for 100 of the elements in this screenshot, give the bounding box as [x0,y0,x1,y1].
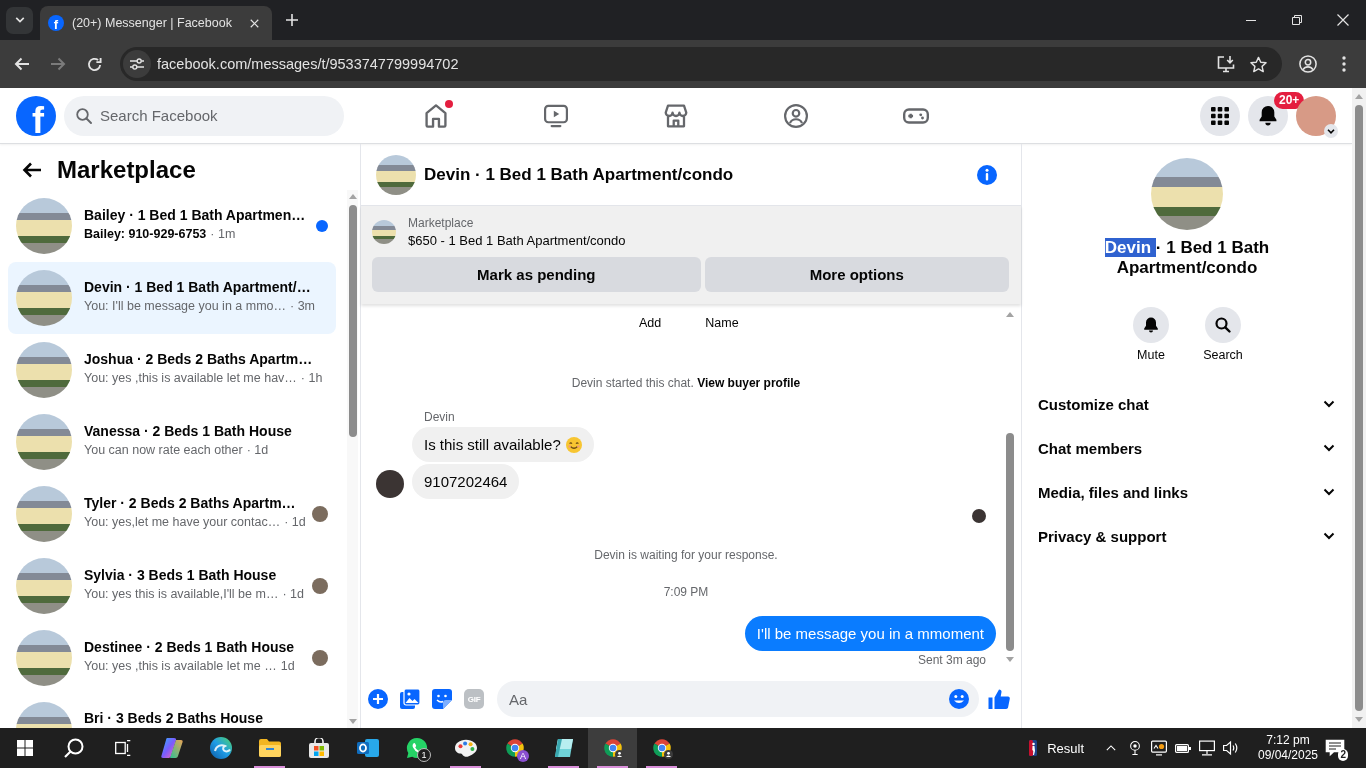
smiley-icon[interactable] [949,689,969,709]
listing-label: Marketplace [408,214,475,232]
chrome-icon [650,737,673,759]
outgoing-message: I'll be message you in a mmoment [744,616,996,651]
clock[interactable]: 7:12 pm 09/04/2025 [1253,728,1323,768]
section-header[interactable]: Media, files and links [1022,470,1352,514]
house-photo [16,198,72,254]
tab-search-button[interactable] [6,6,33,34]
mail-app-icon [356,737,379,759]
message-preview: You: yes this is available,I'll be m… [84,586,279,602]
message-field[interactable]: Aa [497,681,979,717]
house-photo [16,342,72,398]
message-preview: You: yes ,this is available let me … [84,658,277,674]
chat-item[interactable]: Joshua · 2 Beds 2 Baths Apartm… You: yes ,this is available let me hav… · 1h [8,334,336,406]
grid-icon [1211,106,1229,125]
listing-action-button[interactable]: More options [704,257,1009,292]
taskbar-chrome-button[interactable]: A [490,728,539,768]
chat-title: Vanessa · 2 Beds 1 Bath House [84,422,293,440]
taskbar-chrome-button[interactable] [588,728,637,768]
scrollbar[interactable] [1352,88,1366,728]
chat-title: Bri · 3 Beds 2 Baths House [84,709,264,727]
chat-title: Destinee · 2 Beds 1 Bath House [84,638,296,656]
message-preview: You: I'll be message you in a mmo… [84,298,287,314]
section-header[interactable]: Customize chat [1022,382,1352,426]
chrome-icon [601,737,624,759]
glass-tile-icon [552,737,575,759]
info-button[interactable] [975,162,999,187]
house-icon [424,103,448,128]
chat-item[interactable]: Tyler · 2 Beds 2 Baths Apartm… You: yes,let me have your contac… · 1d [8,478,336,550]
people-icon [784,103,808,128]
quick-action-button[interactable]: Add [620,315,680,331]
message-text: 9107202464 [424,472,508,491]
message-preview: You: yes,let me have your contac… [84,514,281,530]
chat-item[interactable]: Vanessa · 2 Beds 1 Bath House You can now rate each other · 1d [8,406,336,478]
message-preview: You can now rate each other [84,442,243,458]
favicon: f [48,15,64,31]
chat-item[interactable]: Sylvia · 3 Beds 1 Bath House You: yes this is available,I'll be m… · 1d [8,550,336,622]
section-header[interactable]: Chat members [1022,426,1352,470]
chat-item[interactable]: Destinee · 2 Beds 1 Bath House You: yes ,this is available let me … 1d [8,622,336,694]
screen-icon [1151,740,1167,756]
back-button[interactable] [22,160,42,180]
house-photo [16,270,72,326]
forward-arrow-icon [50,56,66,72]
message-text: Is this still available? [424,435,561,454]
scrollbar-thumb[interactable] [1355,105,1363,711]
section-header[interactable]: Privacy & support [1022,514,1352,558]
sticker-icon [432,689,452,709]
edge-icon [209,737,232,759]
news-button[interactable]: Result [1023,728,1090,768]
conversation-title: Devin · 1 Bed 1 Bath Apartment/condo [424,164,734,185]
windows-logo-icon [16,740,33,756]
speech-bubble-icon [1325,739,1345,757]
apps-menu-button[interactable] [1200,95,1240,136]
buyer-profile-link[interactable]: View buyer profile [697,376,801,390]
chevron-down-icon [14,15,25,25]
address-bar[interactable]: facebook.com/messages/t/9533747799994702 [120,47,1282,81]
browser-tab[interactable]: f (20+) Messenger | Facebook [40,6,272,40]
chrome-icon [503,737,526,759]
message-time: · 1d [284,514,306,530]
image-icon [400,689,420,709]
site-settings-button[interactable] [123,50,151,78]
mute-button[interactable]: Mute [1121,307,1181,363]
scrollbar-thumb[interactable] [348,205,357,437]
notification-center-button[interactable]: 2 [1323,728,1347,768]
clock-time: 7:12 pm [1266,733,1310,748]
network-icon [1199,740,1215,756]
plus-circle-icon [368,689,388,709]
webcam-icon [1128,741,1142,755]
bell-icon [1133,307,1169,343]
sidebar-title: Marketplace [57,156,196,184]
quick-action-button[interactable]: Name [692,315,752,331]
taskbar-whatsapp-button[interactable]: 1 [392,728,441,768]
scrollbar[interactable] [347,190,358,728]
palette-icon [454,737,477,759]
logo[interactable]: f [16,95,56,136]
back-arrow-icon [22,160,42,180]
chat-title: Joshua · 2 Beds 2 Baths Apartm… [84,350,314,368]
listing-action-button[interactable]: Mark as pending [372,257,701,292]
sports-icon [1029,740,1038,756]
reload-icon [86,56,102,72]
scrollbar-thumb[interactable] [1006,433,1014,651]
chat-item[interactable]: Bailey · 1 Bed 1 Bath Apartmen… Bailey: 910-929-6753 · 1m [8,190,336,262]
message-time: · 1d [246,442,269,458]
profile-icon [1299,55,1317,73]
chat-item[interactable]: Devin · 1 Bed 1 Bath Apartment/… You: I'll be message you in a mmo… · 3m [8,262,336,334]
search-icon [1205,307,1241,343]
listing-title: $650 - 1 Bed 1 Bath Apartment/condo [408,231,626,250]
search-field[interactable]: Search Facebook [64,95,344,136]
store-icon [664,103,688,128]
search-icon [63,738,84,758]
star-icon [1249,55,1267,73]
close-icon [249,18,259,28]
notification-count: 2 [1338,749,1348,761]
house-photo [16,558,72,614]
chat-title: Sylvia · 3 Beds 1 Bath House [84,566,278,584]
gamepad-icon [903,107,929,124]
message-time: · 1h [300,370,323,386]
search-button[interactable]: Search [1193,307,1253,363]
menu-icon [1342,56,1346,72]
chevron-up-icon [1106,743,1116,753]
